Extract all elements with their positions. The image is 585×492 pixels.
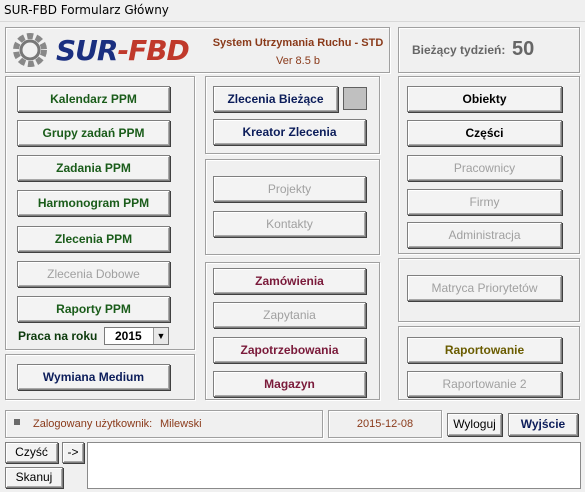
zapotrzebowania-button[interactable]: Zapotrzebowania bbox=[213, 337, 366, 363]
harmonogram-ppm-button[interactable]: Harmonogram PPM bbox=[17, 190, 170, 216]
year-value: 2015 bbox=[115, 329, 142, 343]
current-date: 2015-12-08 bbox=[356, 418, 414, 430]
raportowanie-2-button[interactable]: Raportowanie 2 bbox=[407, 371, 562, 397]
arrow-button[interactable]: -> bbox=[62, 442, 84, 463]
year-select[interactable]: 2015 ▼ bbox=[104, 327, 169, 345]
title-bar: SUR-FBD Formularz Główny bbox=[0, 0, 585, 22]
kontakty-button[interactable]: Kontakty bbox=[213, 211, 366, 237]
obiekty-button[interactable]: Obiekty bbox=[407, 86, 562, 112]
zapytania-button[interactable]: Zapytania bbox=[213, 302, 366, 328]
matryca-priorytetow-button[interactable]: Matryca Priorytetów bbox=[407, 275, 562, 301]
user-label: Zalogowany użytkownik: bbox=[33, 418, 153, 430]
window-title: SUR-FBD Formularz Główny bbox=[4, 3, 169, 17]
dot-marker bbox=[14, 419, 20, 425]
exit-button[interactable]: Wyjście bbox=[508, 413, 578, 436]
user-name: Milewski bbox=[160, 418, 202, 430]
zadania-ppm-button[interactable]: Zadania PPM bbox=[17, 155, 170, 181]
message-box[interactable] bbox=[87, 442, 581, 489]
zamowienia-button[interactable]: Zamówienia bbox=[213, 268, 366, 294]
czesci-button[interactable]: Części bbox=[407, 120, 562, 146]
status-indicator bbox=[343, 87, 367, 110]
zlecenia-dobowe-button[interactable]: Zlecenia Dobowe bbox=[17, 261, 170, 287]
logo: SUR-FBD bbox=[10, 30, 200, 70]
logout-button[interactable]: Wyloguj bbox=[447, 413, 502, 436]
scan-button[interactable]: Skanuj bbox=[5, 467, 63, 488]
praca-label: Praca na roku bbox=[18, 329, 98, 343]
kreator-zlecenia-button[interactable]: Kreator Zlecenia bbox=[213, 119, 366, 145]
version-label: Ver 8.5 b bbox=[275, 55, 321, 67]
kalendarz-ppm-button[interactable]: Kalendarz PPM bbox=[17, 86, 170, 112]
week-label: Bieżący tydzień: bbox=[412, 43, 506, 57]
system-name: System Utrzymania Ruchu - STD bbox=[212, 37, 384, 49]
pracownicy-button[interactable]: Pracownicy bbox=[407, 155, 562, 181]
projekty-button[interactable]: Projekty bbox=[213, 176, 366, 202]
grupy-zadan-button[interactable]: Grupy zadań PPM bbox=[17, 120, 170, 146]
zlecenia-biezace-button[interactable]: Zlecenia Bieżące bbox=[213, 86, 338, 112]
week-number: 50 bbox=[512, 38, 535, 60]
chevron-down-icon[interactable]: ▼ bbox=[153, 328, 168, 344]
wymiana-medium-button[interactable]: Wymiana Medium bbox=[17, 364, 170, 390]
magazyn-button[interactable]: Magazyn bbox=[213, 371, 366, 397]
gear-icon bbox=[13, 33, 47, 67]
administracja-button[interactable]: Administracja bbox=[407, 222, 562, 248]
logo-text: SUR-FBD bbox=[56, 34, 190, 67]
firmy-button[interactable]: Firmy bbox=[407, 189, 562, 215]
raportowanie-button[interactable]: Raportowanie bbox=[407, 337, 562, 363]
raporty-ppm-button[interactable]: Raporty PPM bbox=[17, 296, 170, 322]
middle-panel-mid bbox=[205, 159, 380, 255]
zlecenia-ppm-button[interactable]: Zlecenia PPM bbox=[17, 226, 170, 252]
clear-button[interactable]: Czyść bbox=[5, 442, 58, 463]
